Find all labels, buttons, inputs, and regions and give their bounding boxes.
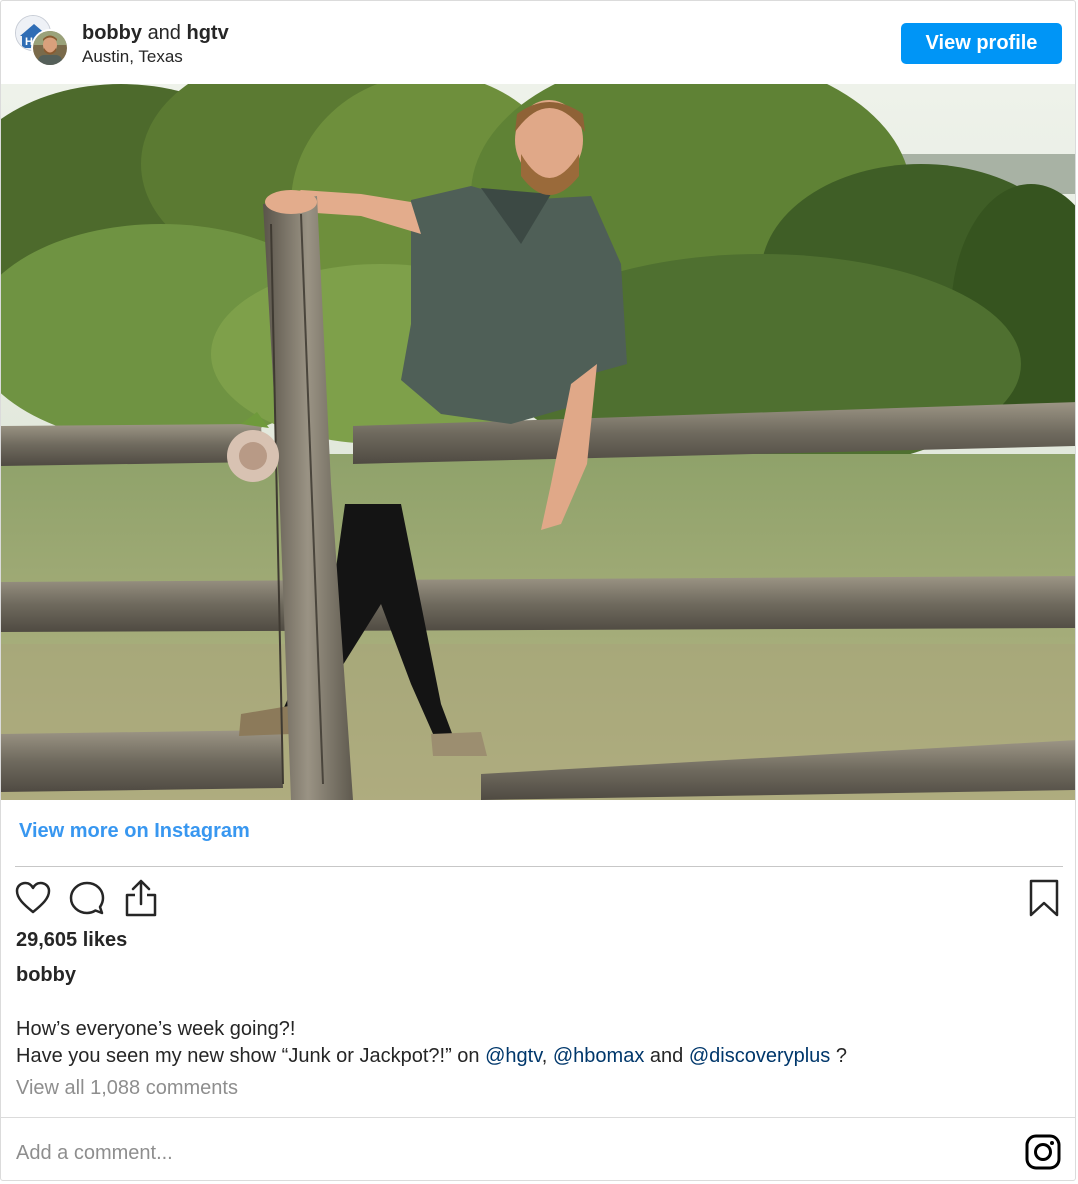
author-joiner: and	[147, 22, 181, 44]
instagram-embed-card: HG bobby and hgtv	[0, 0, 1076, 1181]
mention-hbomax-link[interactable]: @hbomax	[553, 1045, 644, 1067]
post-actions	[15, 877, 1063, 921]
view-more-on-instagram-link[interactable]: View more on Instagram	[19, 820, 250, 843]
mention-hgtv-link[interactable]: @hgtv	[485, 1045, 542, 1067]
location-link[interactable]: Austin, Texas	[82, 47, 183, 67]
caption-line-2: Have you seen my new show “Junk or Jackp…	[16, 1043, 847, 1070]
divider	[15, 866, 1063, 867]
caption-username[interactable]: bobby	[16, 964, 76, 987]
author-bobby-link[interactable]: bobby	[82, 22, 142, 44]
add-comment-field[interactable]: Add a comment...	[16, 1142, 173, 1165]
photo-illustration	[1, 84, 1075, 800]
caption-sep-1: ,	[541, 1045, 553, 1067]
bobby-avatar[interactable]	[31, 29, 69, 67]
author-hgtv-link[interactable]: hgtv	[187, 22, 229, 44]
likes-count[interactable]: 29,605 likes	[16, 929, 127, 952]
post-caption: How’s everyone’s week going?! Have you s…	[16, 1016, 847, 1070]
view-profile-button[interactable]: View profile	[901, 23, 1062, 64]
instagram-logo-icon[interactable]	[1025, 1134, 1061, 1170]
heart-icon[interactable]	[15, 881, 51, 915]
post-authors: bobby and hgtv	[82, 22, 229, 44]
caption-suffix: ?	[830, 1045, 847, 1067]
comment-bubble-icon[interactable]	[69, 880, 105, 916]
divider	[1, 1117, 1075, 1118]
mention-discoveryplus-link[interactable]: @discoveryplus	[689, 1045, 830, 1067]
caption-line-1: How’s everyone’s week going?!	[16, 1018, 296, 1040]
bookmark-icon[interactable]	[1029, 879, 1059, 917]
collab-avatars[interactable]: HG	[15, 15, 71, 69]
share-icon[interactable]	[123, 879, 159, 917]
post-header: HG bobby and hgtv	[1, 1, 1075, 84]
caption-text: Have you seen my new show “Junk or Jackp…	[16, 1045, 486, 1067]
view-all-comments-link[interactable]: View all 1,088 comments	[16, 1077, 238, 1100]
caption-sep-2: and	[644, 1045, 689, 1067]
post-photo[interactable]	[1, 84, 1075, 800]
